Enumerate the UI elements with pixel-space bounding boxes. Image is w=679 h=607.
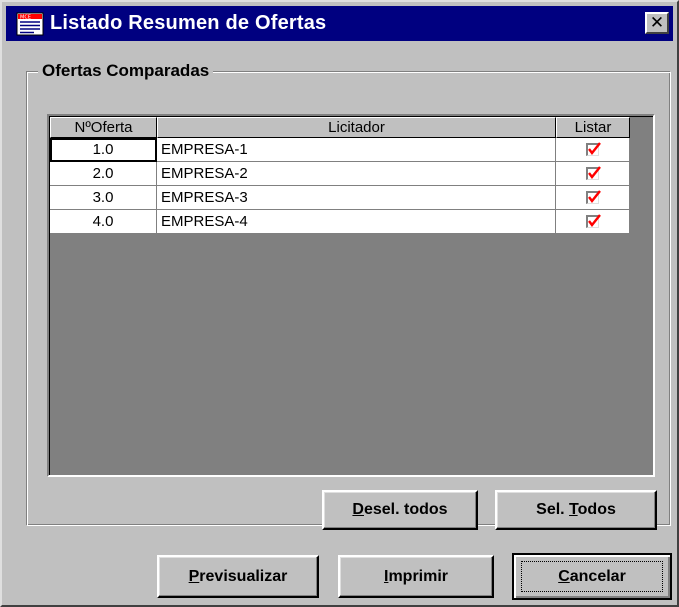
print-button[interactable]: Imprimir: [338, 555, 494, 598]
select-all-label: odos: [577, 501, 616, 518]
svg-text:MCE: MCE: [20, 14, 31, 20]
dialog-window: MCE Listado Resumen de Ofertas ✕ Ofertas…: [0, 0, 679, 607]
column-header-licitador[interactable]: Licitador: [157, 117, 556, 138]
checkmark-icon: [588, 142, 601, 155]
focus-indicator: [521, 561, 663, 592]
group-label: Ofertas Comparadas: [38, 61, 214, 81]
cell-numoferta[interactable]: 3.0: [50, 186, 157, 210]
title-bar[interactable]: MCE Listado Resumen de Ofertas ✕: [6, 6, 673, 41]
document-list-icon: MCE: [16, 12, 44, 35]
listar-checkbox[interactable]: [586, 190, 601, 204]
select-all-prefix: Sel.: [536, 501, 570, 518]
cell-licitador[interactable]: EMPRESA-2: [157, 162, 556, 186]
deselect-all-button[interactable]: Desel. todos: [322, 490, 478, 530]
cell-numoferta[interactable]: 4.0: [50, 210, 157, 234]
close-button[interactable]: ✕: [645, 12, 669, 34]
checkmark-icon: [588, 166, 601, 179]
close-icon: ✕: [649, 13, 665, 32]
deselect-all-label: esel. todos: [363, 501, 448, 518]
listar-checkbox[interactable]: [586, 166, 601, 180]
preview-label: revisualizar: [199, 568, 288, 585]
cell-numoferta[interactable]: 2.0: [50, 162, 157, 186]
checkmark-icon: [588, 214, 601, 227]
offers-table[interactable]: NºOferta Licitador Listar 1.0 EMPRESA-1 …: [47, 114, 655, 477]
cancel-button[interactable]: Cancelar: [512, 553, 672, 600]
deselect-all-mnemonic: D: [352, 501, 364, 518]
table-row[interactable]: 3.0 EMPRESA-3: [50, 186, 630, 210]
cell-listar[interactable]: [556, 210, 630, 234]
select-all-button[interactable]: Sel. Todos: [495, 490, 657, 530]
table-row[interactable]: 2.0 EMPRESA-2: [50, 162, 630, 186]
listar-checkbox[interactable]: [586, 142, 601, 156]
table-row[interactable]: 1.0 EMPRESA-1: [50, 138, 630, 162]
window-title: Listado Resumen de Ofertas: [50, 12, 327, 34]
table-row[interactable]: 4.0 EMPRESA-4: [50, 210, 630, 234]
preview-mnemonic: P: [188, 568, 200, 585]
table-header: NºOferta Licitador Listar: [50, 117, 630, 138]
checkmark-icon: [588, 190, 601, 203]
cell-licitador[interactable]: EMPRESA-4: [157, 210, 556, 234]
listar-checkbox[interactable]: [586, 214, 601, 228]
preview-button[interactable]: Previsualizar: [157, 555, 319, 598]
cell-licitador[interactable]: EMPRESA-1: [157, 138, 556, 162]
print-label: mprimir: [388, 568, 449, 585]
cell-numoferta[interactable]: 1.0: [50, 138, 157, 162]
select-all-mnemonic: T: [569, 501, 578, 518]
cell-listar[interactable]: [556, 186, 630, 210]
column-header-numoferta[interactable]: NºOferta: [50, 117, 157, 138]
cell-listar[interactable]: [556, 162, 630, 186]
cell-listar[interactable]: [556, 138, 630, 162]
column-header-listar[interactable]: Listar: [556, 117, 630, 138]
cell-licitador[interactable]: EMPRESA-3: [157, 186, 556, 210]
